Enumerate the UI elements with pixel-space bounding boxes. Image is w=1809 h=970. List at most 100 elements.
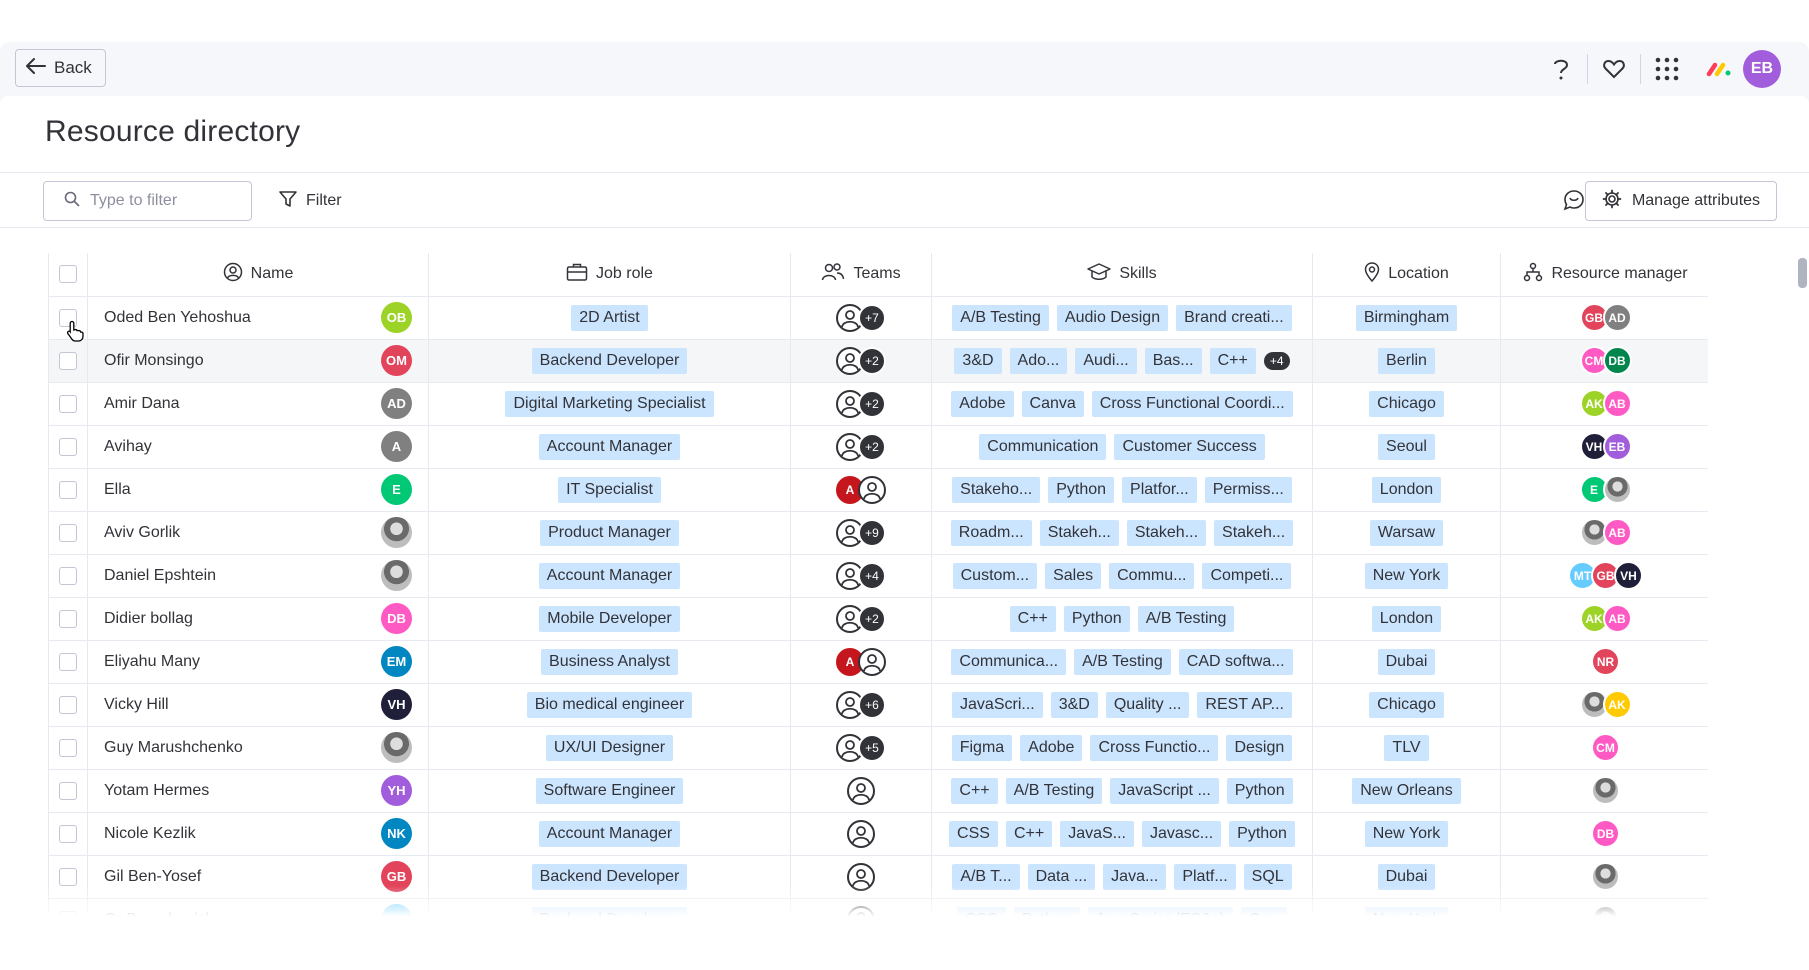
managers-cell[interactable]: AK AB — [1501, 389, 1708, 418]
skill-tag[interactable]: Quality ... — [1105, 691, 1190, 718]
location-tag[interactable]: London — [1371, 605, 1442, 632]
table-row[interactable]: Ofir Monsingo OM Backend Developer +2 3&D Ado… — [48, 339, 1708, 383]
skill-tag[interactable]: CAD softwa... — [1178, 648, 1293, 675]
table-row[interactable]: Avihay A Account Manager +2 Communication Cus… — [48, 425, 1708, 469]
job-role-tag[interactable]: 2D Artist — [571, 304, 648, 331]
resource-name[interactable]: Avihay — [104, 438, 152, 456]
resource-name[interactable]: Ofir Monsingo — [104, 352, 204, 370]
resource-name[interactable]: Oded Ben Yehoshua — [104, 309, 251, 327]
managers-cell[interactable] — [1501, 776, 1708, 805]
skill-tag[interactable]: Stakeh... — [1214, 519, 1294, 546]
skill-tag[interactable]: A/B Testing — [1005, 777, 1103, 804]
managers-cell[interactable]: E — [1501, 475, 1708, 504]
skills-cell[interactable]: Roadm... Stakeh... Stakeh... Stakeh... — [932, 519, 1312, 546]
skill-tag[interactable]: Adobe — [951, 390, 1014, 417]
teams-cell[interactable]: +9 — [791, 518, 931, 547]
job-role-tag[interactable]: Account Manager — [538, 820, 681, 847]
skills-cell[interactable]: C++ Python A/B Testing — [932, 605, 1312, 632]
skills-cell[interactable]: Communication Customer Success — [932, 433, 1312, 460]
column-header-job-role[interactable]: Job role — [428, 253, 791, 297]
team-more-count[interactable]: +9 — [858, 518, 886, 547]
apps-grid-icon[interactable] — [1647, 49, 1687, 89]
managers-cell[interactable]: CM DB — [1501, 346, 1708, 375]
teams-cell[interactable]: A — [791, 647, 931, 676]
column-header-skills[interactable]: Skills — [931, 253, 1313, 297]
person-avatar[interactable]: OB — [381, 302, 412, 333]
team-avatar[interactable] — [858, 647, 886, 676]
managers-cell[interactable]: CM — [1501, 733, 1708, 762]
resource-name[interactable]: Didier bollag — [104, 610, 193, 628]
skill-tag[interactable]: JavaScri... — [952, 691, 1043, 718]
resource-name[interactable]: Aviv Gorlik — [104, 524, 180, 542]
location-tag[interactable]: New York — [1364, 820, 1449, 847]
managers-cell[interactable]: AK — [1501, 690, 1708, 719]
location-tag[interactable]: Warsaw — [1369, 519, 1444, 546]
manage-attributes-button[interactable]: Manage attributes — [1585, 181, 1777, 221]
team-more-count[interactable]: +4 — [858, 561, 886, 590]
teams-cell[interactable] — [791, 819, 931, 848]
skill-tag[interactable]: Javasc... — [1142, 820, 1222, 847]
column-header-teams[interactable]: Teams — [790, 253, 932, 297]
manager-avatar[interactable]: CM — [1591, 733, 1620, 762]
skill-tag[interactable]: Python — [1229, 820, 1295, 847]
table-row[interactable]: Vicky Hill VH Bio medical engineer +6 JavaSc… — [48, 683, 1708, 727]
teams-cell[interactable]: +2 — [791, 604, 931, 633]
row-checkbox[interactable] — [59, 781, 77, 800]
row-checkbox[interactable] — [59, 824, 77, 843]
team-avatar[interactable] — [858, 475, 886, 504]
managers-cell[interactable]: NR — [1501, 647, 1708, 676]
help-icon[interactable] — [1541, 49, 1581, 89]
back-button[interactable]: Back — [15, 49, 106, 87]
skill-tag[interactable]: Sales — [1045, 562, 1102, 589]
job-role-tag[interactable]: IT Specialist — [558, 476, 661, 503]
skill-more-count[interactable]: +4 — [1263, 351, 1290, 370]
person-avatar[interactable]: YH — [381, 775, 412, 806]
resource-name[interactable]: Eliyahu Many — [104, 653, 200, 671]
skill-tag[interactable]: Python — [1063, 605, 1130, 632]
row-checkbox[interactable] — [59, 437, 77, 456]
skill-tag[interactable]: Audi... — [1075, 347, 1137, 374]
job-role-tag[interactable]: Software Engineer — [535, 777, 684, 804]
skills-cell[interactable]: Communica... A/B Testing CAD softwa... — [932, 648, 1312, 675]
teams-cell[interactable]: +4 — [791, 561, 931, 590]
skills-cell[interactable]: Adobe Canva Cross Functional Coordi... — [932, 390, 1312, 417]
location-tag[interactable]: Chicago — [1369, 691, 1444, 718]
job-role-tag[interactable]: Digital Marketing Specialist — [505, 390, 714, 417]
teams-cell[interactable]: +2 — [791, 389, 931, 418]
teams-cell[interactable] — [791, 776, 931, 805]
skill-tag[interactable]: Communica... — [951, 648, 1067, 675]
table-row[interactable]: Oded Ben Yehoshua OB 2D Artist +7 A/B Testin… — [48, 296, 1708, 340]
row-checkbox[interactable] — [59, 566, 77, 585]
skills-cell[interactable]: CSS C++ JavaS... Javasc... Python — [932, 820, 1312, 847]
skills-cell[interactable]: Figma Adobe Cross Functio... Design — [932, 734, 1312, 761]
skill-tag[interactable]: A/B Testing — [952, 304, 1049, 331]
table-row[interactable]: Guy Marushchenko UX/UI Designer +5 Figma Ado… — [48, 726, 1708, 770]
skills-cell[interactable]: 3&D Ado... Audi... Bas... C++ +4 — [932, 347, 1312, 374]
job-role-tag[interactable]: UX/UI Designer — [545, 734, 674, 761]
resource-name[interactable]: Ella — [104, 481, 131, 499]
skill-tag[interactable]: Adobe — [1020, 734, 1083, 761]
skill-tag[interactable]: Stakeh... — [1126, 519, 1207, 546]
skill-tag[interactable]: Python — [1226, 777, 1293, 804]
managers-cell[interactable]: VH EB — [1501, 432, 1708, 461]
person-avatar[interactable] — [381, 732, 412, 763]
table-row[interactable]: Aviv Gorlik Product Manager +9 Roadm... Stak… — [48, 511, 1708, 555]
skill-tag[interactable]: Brand creati... — [1176, 304, 1292, 331]
row-checkbox[interactable] — [59, 394, 77, 413]
manager-avatar[interactable] — [1591, 776, 1620, 805]
manager-avatar[interactable]: AD — [1602, 303, 1632, 332]
teams-cell[interactable]: +7 — [791, 303, 931, 332]
location-tag[interactable]: Dubai — [1377, 648, 1436, 675]
row-checkbox[interactable] — [59, 480, 77, 499]
table-row[interactable]: Eliyahu Many EM Business Analyst A Communica… — [48, 640, 1708, 684]
location-tag[interactable]: London — [1371, 476, 1442, 503]
skill-tag[interactable]: A/B Testing — [1137, 605, 1235, 632]
resource-name[interactable]: Nicole Kezlik — [104, 825, 196, 843]
table-row[interactable]: Didier bollag DB Mobile Developer +2 C++ Pyth… — [48, 597, 1708, 641]
location-tag[interactable]: New York — [1364, 562, 1449, 589]
team-avatar[interactable] — [847, 776, 875, 805]
person-avatar[interactable]: DB — [381, 603, 412, 634]
person-avatar[interactable]: VH — [381, 689, 412, 720]
table-row[interactable]: Nicole Kezlik NK Account Manager CSS C++ Java… — [48, 812, 1708, 856]
feedback-icon[interactable] — [1563, 189, 1585, 216]
